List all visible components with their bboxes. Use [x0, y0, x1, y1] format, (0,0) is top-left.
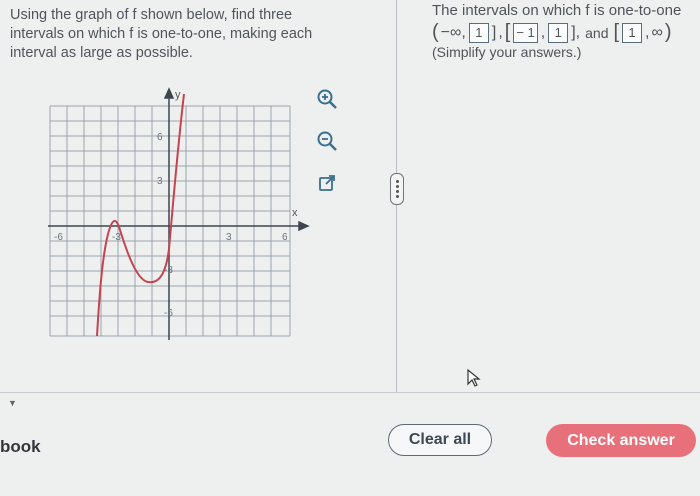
function-curve: [96, 93, 185, 337]
clear-all-button[interactable]: Clear all: [388, 424, 492, 456]
question-line-3: interval as large as possible.: [10, 45, 193, 61]
y-axis-label: y: [175, 89, 181, 101]
and-word: and: [585, 24, 609, 41]
caret-down-icon[interactable]: ▼: [8, 398, 17, 408]
ebook-link[interactable]: book: [0, 437, 41, 457]
graph-tools: [314, 86, 342, 212]
interval2-end-input[interactable]: 1: [548, 22, 569, 43]
pos-infinity: ∞: [651, 23, 663, 41]
interval2-start-input[interactable]: − 1: [513, 22, 538, 43]
simplify-hint: (Simplify your answers.): [432, 44, 582, 60]
x-tick-6: 6: [282, 232, 288, 243]
y-tick-6: 6: [157, 132, 163, 143]
axes: [48, 87, 310, 340]
question-text: Using the graph of f shown below, find t…: [10, 6, 370, 63]
mouse-cursor-icon: [467, 368, 481, 387]
open-paren: (: [432, 21, 439, 43]
function-graph: x y -6 -3 3 6 6 3 -3 -6: [40, 84, 310, 344]
zoom-in-button[interactable]: [314, 86, 340, 112]
answer-panel: The intervals on which f is one-to-one (…: [432, 2, 700, 60]
question-line-2: intervals on which f is one-to-one, maki…: [10, 26, 313, 42]
x-tick-neg6: -6: [54, 232, 63, 243]
zoom-in-icon: [317, 89, 337, 109]
interval3-start-input[interactable]: 1: [622, 22, 643, 43]
grid-lines: [49, 105, 291, 337]
footer-separator: [0, 392, 700, 393]
neg-infinity: −∞,: [440, 23, 466, 41]
x-tick-3: 3: [226, 232, 232, 243]
close-paren: ): [664, 21, 672, 43]
interval1-end-input[interactable]: 1: [468, 22, 489, 43]
question-line-1: Using the graph of f shown below, find t…: [10, 7, 293, 23]
graph-svg: x y -6 -3 3 6 6 3 -3 -6: [48, 87, 310, 340]
y-tick-neg6: -6: [164, 308, 173, 319]
y-tick-3: 3: [157, 176, 163, 187]
answer-intervals: ( −∞, 1 ], [ − 1, 1 ], and [ 1, ∞ ): [432, 21, 672, 43]
x-tick-neg3: -3: [112, 232, 121, 243]
zoom-out-button[interactable]: [314, 128, 340, 154]
check-answer-button[interactable]: Check answer: [546, 424, 696, 457]
popout-button[interactable]: [314, 170, 340, 196]
external-link-icon: [319, 175, 335, 191]
zoom-out-icon: [317, 131, 337, 151]
divider-drag-handle[interactable]: [390, 173, 404, 205]
x-axis-label: x: [292, 207, 298, 219]
answer-intro: The intervals on which f is one-to-one: [432, 2, 682, 19]
